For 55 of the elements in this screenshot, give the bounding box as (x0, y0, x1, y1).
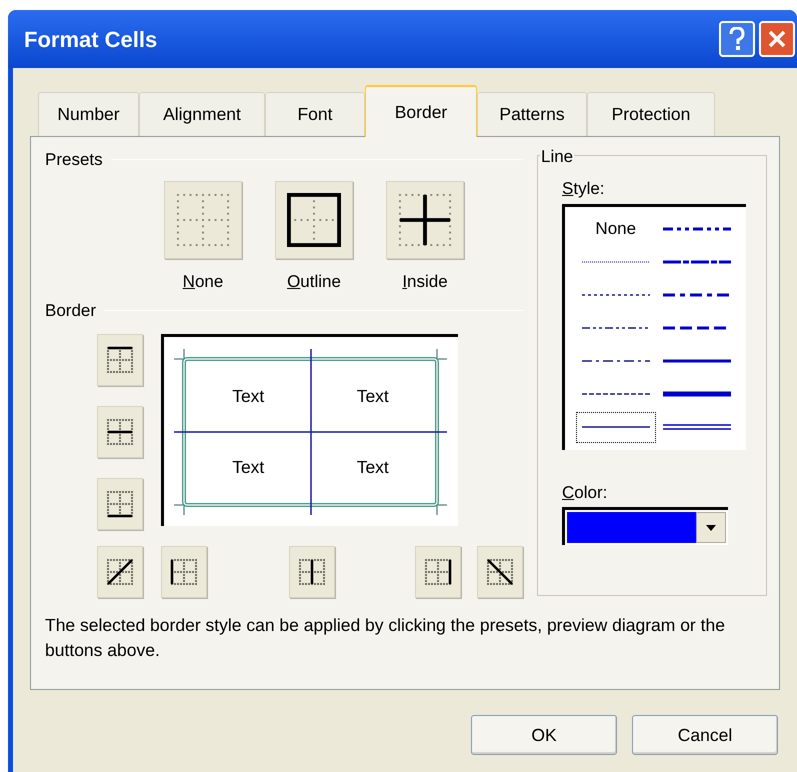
diagonal-up-icon (106, 558, 134, 586)
border-preview[interactable]: Text Text Text Text (161, 334, 458, 526)
border-button[interactable] (97, 478, 143, 530)
color-dropdown[interactable] (562, 507, 728, 545)
right-border-icon (424, 558, 452, 586)
tab[interactable]: Patterns (477, 92, 587, 136)
cell-text: Text (232, 456, 264, 479)
field-label: Color: (562, 482, 608, 504)
field-label: Style: (562, 178, 606, 200)
grid-outline-icon (287, 192, 341, 246)
border-button[interactable] (97, 334, 143, 386)
dropdown-button[interactable] (696, 512, 726, 543)
caret-icon (706, 524, 716, 530)
tab[interactable]: Border (365, 85, 477, 137)
tab[interactable]: Number (38, 92, 139, 136)
tab[interactable]: Font (265, 92, 365, 136)
cell-text: Text (232, 384, 264, 408)
close-button[interactable] (759, 21, 795, 57)
grid-inside-icon (398, 192, 452, 246)
section-label: Border (45, 300, 96, 322)
border-button[interactable] (97, 406, 143, 458)
help-button[interactable] (719, 21, 755, 57)
line-style-option[interactable] (575, 410, 656, 444)
left-border-icon (170, 558, 198, 586)
vertical-border-icon (298, 558, 326, 586)
preset-label: Inside (402, 270, 448, 292)
tab[interactable]: Protection (587, 92, 715, 136)
preset-button[interactable] (275, 180, 353, 258)
border-button[interactable] (161, 546, 207, 598)
border-button[interactable] (97, 546, 143, 598)
window-title: Format Cells (24, 26, 158, 54)
border-button[interactable] (415, 546, 461, 598)
tab[interactable]: Alignment (139, 92, 265, 136)
line-style-list[interactable]: None (562, 204, 746, 450)
preset-button[interactable] (386, 180, 464, 258)
dialog-button[interactable]: Cancel (632, 715, 778, 755)
preset-label: Outline (287, 270, 341, 292)
cell-text: Text (356, 384, 389, 408)
cell-text: Text (356, 456, 389, 479)
diagonal-down-icon (486, 558, 514, 586)
section-label: Presets (45, 149, 103, 171)
top-border-icon (106, 346, 134, 374)
help-icon (729, 27, 745, 51)
preset-label: None (182, 270, 224, 292)
border-button[interactable] (289, 546, 335, 598)
line-sample-icon (663, 389, 732, 399)
grid-none-icon (176, 192, 230, 246)
border-button[interactable] (477, 546, 523, 598)
hint-text: The selected border style can be applied by clicking the presets, preview diagram or the buttons above. (45, 614, 726, 662)
close-icon (767, 29, 787, 49)
line-style-option[interactable]: None (575, 212, 656, 246)
dialog-button[interactable]: OK (471, 715, 617, 755)
bottom-border-icon (106, 490, 134, 518)
double-line-icon (663, 422, 732, 432)
horizontal-border-icon (106, 418, 134, 446)
